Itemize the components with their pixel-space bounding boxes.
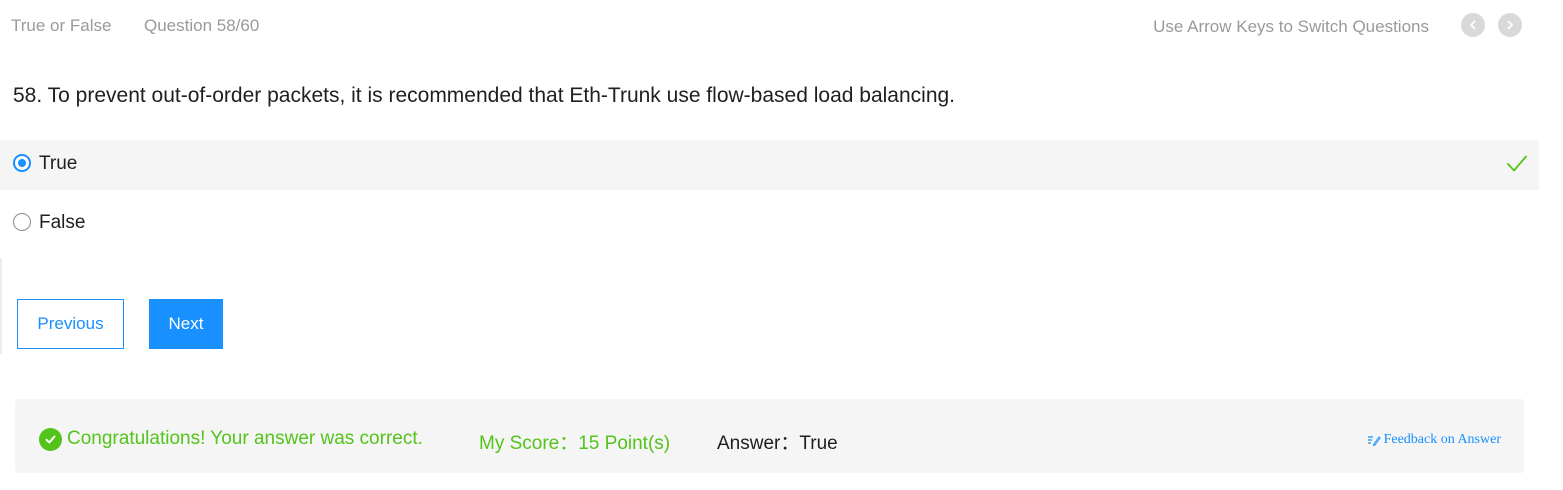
previous-question-button[interactable]	[1461, 13, 1485, 37]
previous-button[interactable]: Previous	[17, 299, 124, 349]
radio-true[interactable]	[13, 154, 31, 172]
next-question-button[interactable]	[1498, 13, 1522, 37]
feedback-link[interactable]: Feedback on Answer	[1367, 432, 1501, 448]
chevron-left-icon	[1470, 20, 1476, 30]
edit-icon	[1367, 436, 1381, 446]
option-true[interactable]: True	[0, 140, 1539, 190]
result-message: Congratulations! Your answer was correct…	[67, 428, 423, 449]
option-false[interactable]: False	[0, 199, 1539, 249]
checkmark-icon	[1507, 155, 1527, 172]
result-panel: Congratulations! Your answer was correct…	[15, 399, 1524, 473]
next-button[interactable]: Next	[149, 299, 223, 349]
check-circle-icon	[39, 428, 62, 451]
feedback-label: Feedback on Answer	[1383, 432, 1501, 447]
left-edge-divider	[0, 258, 2, 354]
answer-text: Answer：True	[717, 433, 838, 454]
chevron-right-icon	[1507, 20, 1513, 30]
score-text: My Score：15 Point(s)	[479, 433, 671, 454]
question-text: 58. To prevent out-of-order packets, it …	[13, 84, 956, 107]
question-type-label: True or False	[11, 16, 112, 35]
option-label: False	[39, 212, 86, 233]
radio-false[interactable]	[13, 213, 31, 231]
option-label: True	[39, 153, 78, 174]
keyboard-hint: Use Arrow Keys to Switch Questions	[1153, 17, 1429, 36]
question-counter: Question 58/60	[144, 16, 260, 35]
top-bar: True or False Question 58/60 Use Arrow K…	[0, 0, 1563, 52]
